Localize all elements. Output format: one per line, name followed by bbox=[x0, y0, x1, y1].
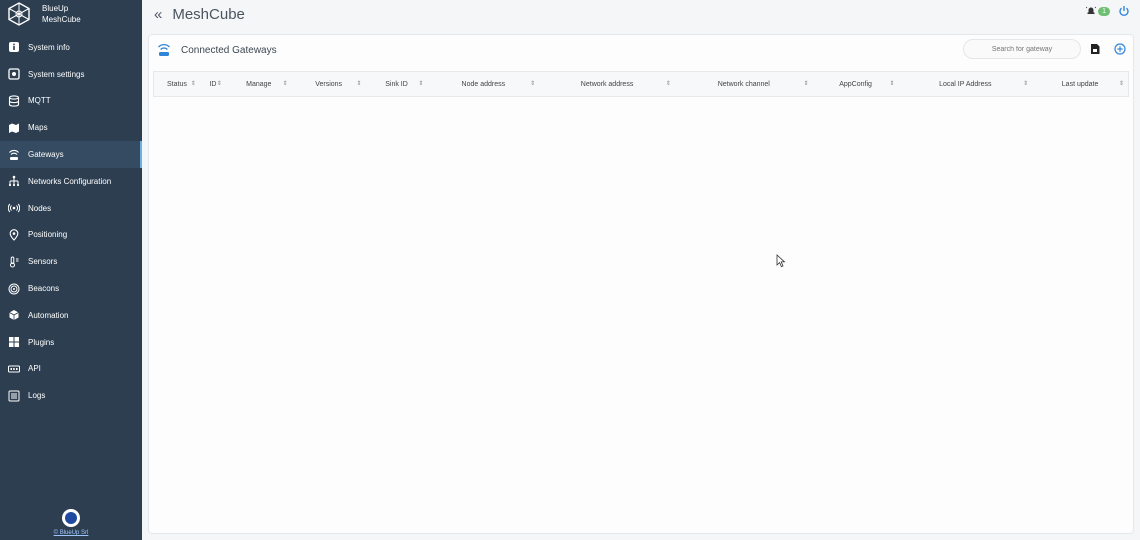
map-icon bbox=[8, 122, 20, 134]
sidebar-item-automation[interactable]: Automation bbox=[0, 302, 142, 329]
add-circle-icon[interactable] bbox=[1114, 43, 1126, 55]
beacon-icon bbox=[8, 283, 20, 295]
info-icon bbox=[8, 41, 20, 53]
sidebar-footer: © BlueUp Srl bbox=[0, 509, 142, 536]
column-header-status[interactable]: Status ⇕ bbox=[154, 72, 200, 96]
sort-icon: ⇕ bbox=[282, 81, 288, 87]
column-header-network-channel[interactable]: Network channel ⇕ bbox=[675, 72, 813, 96]
column-header-sink-id[interactable]: Sink ID ⇕ bbox=[366, 72, 428, 96]
sort-icon: ⇕ bbox=[530, 81, 536, 87]
settings-icon bbox=[8, 68, 20, 80]
sort-icon: ⇕ bbox=[1118, 81, 1124, 87]
brand-line2: MeshCube bbox=[42, 15, 81, 24]
sidebar-item-label: MQTT bbox=[28, 96, 51, 106]
location-pin-icon bbox=[8, 229, 20, 241]
power-icon[interactable] bbox=[1118, 5, 1130, 17]
gateways-table: Status ⇕ ID ⇕ Manage ⇕ Versions ⇕ Sink ID ⇕ N… bbox=[153, 71, 1129, 97]
column-header-appconfig[interactable]: AppConfig ⇕ bbox=[813, 72, 899, 96]
save-file-icon[interactable] bbox=[1089, 43, 1101, 55]
topbar: « MeshCube 1 bbox=[142, 0, 1140, 28]
sidebar-item-label: Gateways bbox=[28, 150, 64, 160]
card-header: Connected Gateways bbox=[149, 35, 1133, 65]
table-header: Status ⇕ ID ⇕ Manage ⇕ Versions ⇕ Sink ID ⇕ N… bbox=[154, 72, 1128, 96]
sidebar: BlueUp MeshCube System info System setti… bbox=[0, 0, 142, 540]
company-logo-icon bbox=[62, 509, 80, 527]
sidebar-item-logs[interactable]: Logs bbox=[0, 382, 142, 409]
column-header-local-ip-address[interactable]: Local IP Address ⇕ bbox=[898, 72, 1032, 96]
sidebar-item-beacons[interactable]: Beacons bbox=[0, 275, 142, 302]
api-icon bbox=[8, 363, 20, 375]
sidebar-item-mqtt[interactable]: MQTT bbox=[0, 88, 142, 115]
sort-icon: ⇕ bbox=[216, 81, 222, 87]
sidebar-item-label: Sensors bbox=[28, 257, 58, 267]
gateway-icon bbox=[8, 149, 20, 161]
gateway-icon bbox=[157, 43, 171, 57]
card-title: Connected Gateways bbox=[181, 44, 277, 56]
sort-icon: ⇕ bbox=[1023, 81, 1029, 87]
collapse-sidebar-button[interactable]: « bbox=[154, 6, 162, 23]
plugins-icon bbox=[8, 336, 20, 348]
sidebar-item-api[interactable]: API bbox=[0, 356, 142, 383]
hexagon-mesh-icon bbox=[8, 2, 30, 26]
search-input[interactable] bbox=[963, 39, 1081, 59]
sort-icon: ⇕ bbox=[190, 81, 196, 87]
sidebar-item-system-settings[interactable]: System settings bbox=[0, 61, 142, 88]
copyright-link[interactable]: © BlueUp Srl bbox=[0, 530, 142, 536]
sort-icon: ⇕ bbox=[356, 81, 362, 87]
column-header-manage[interactable]: Manage ⇕ bbox=[226, 72, 292, 96]
network-tree-icon bbox=[8, 175, 20, 187]
sort-icon: ⇕ bbox=[418, 81, 424, 87]
sidebar-item-sensors[interactable]: Sensors bbox=[0, 248, 142, 275]
thermometer-icon bbox=[8, 256, 20, 268]
alarm-icon[interactable] bbox=[1086, 6, 1097, 16]
sidebar-item-system-info[interactable]: System info bbox=[0, 34, 142, 61]
sort-icon: ⇕ bbox=[803, 81, 809, 87]
sidebar-item-label: System info bbox=[28, 42, 70, 52]
sidebar-item-label: Beacons bbox=[28, 284, 60, 294]
sidebar-item-label: Nodes bbox=[28, 203, 52, 213]
sidebar-item-maps[interactable]: Maps bbox=[0, 114, 142, 141]
sidebar-item-label: Maps bbox=[28, 123, 48, 133]
brand-line1: BlueUp bbox=[42, 4, 69, 13]
sidebar-item-label: Logs bbox=[28, 391, 46, 401]
sidebar-item-networks-configuration[interactable]: Networks Configuration bbox=[0, 168, 142, 195]
sidebar-item-label: Plugins bbox=[28, 337, 55, 347]
notification-badge[interactable]: 1 bbox=[1098, 6, 1110, 16]
sidebar-item-gateways[interactable]: Gateways bbox=[0, 141, 142, 168]
column-header-network-address[interactable]: Network address ⇕ bbox=[539, 72, 675, 96]
sidebar-nav: System info System settings MQTT Maps Ga… bbox=[0, 34, 142, 409]
sidebar-item-label: API bbox=[28, 364, 41, 374]
column-header-node-address[interactable]: Node address ⇕ bbox=[427, 72, 539, 96]
column-header-last-update[interactable]: Last update ⇕ bbox=[1032, 72, 1128, 96]
broadcast-icon bbox=[8, 202, 20, 214]
sidebar-item-nodes[interactable]: Nodes bbox=[0, 195, 142, 222]
sort-icon: ⇕ bbox=[665, 81, 671, 87]
brand[interactable]: BlueUp MeshCube bbox=[0, 0, 142, 28]
column-header-versions[interactable]: Versions ⇕ bbox=[292, 72, 366, 96]
column-header-id[interactable]: ID ⇕ bbox=[200, 72, 226, 96]
sidebar-item-plugins[interactable]: Plugins bbox=[0, 329, 142, 356]
sidebar-item-label: Positioning bbox=[28, 230, 68, 240]
sort-icon: ⇕ bbox=[889, 81, 895, 87]
sidebar-item-label: System settings bbox=[28, 69, 85, 79]
database-icon bbox=[8, 95, 20, 107]
sidebar-item-positioning[interactable]: Positioning bbox=[0, 222, 142, 249]
logs-icon bbox=[8, 390, 20, 402]
sidebar-item-label: Networks Configuration bbox=[28, 176, 112, 186]
connected-gateways-card: Connected Gateways Status⇕ ID⇕ Manage⇕ V… bbox=[148, 34, 1134, 534]
cube-icon bbox=[8, 309, 20, 321]
page-title: MeshCube bbox=[172, 5, 245, 23]
sidebar-item-label: Automation bbox=[28, 310, 69, 320]
mouse-cursor-icon bbox=[776, 254, 786, 268]
